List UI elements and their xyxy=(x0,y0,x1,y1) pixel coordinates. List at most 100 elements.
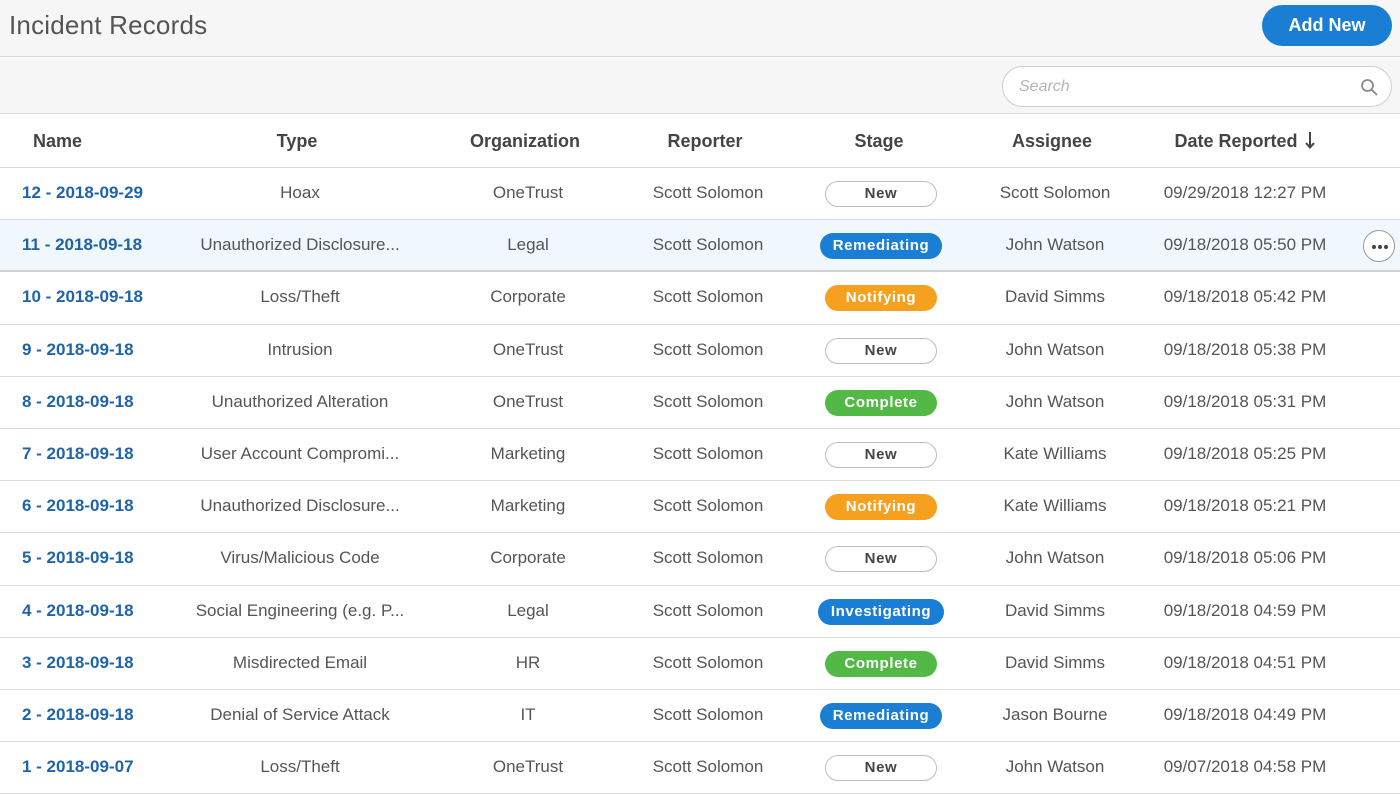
column-header-name[interactable]: Name xyxy=(33,131,82,152)
incident-type: Unauthorized Disclosure... xyxy=(200,235,400,255)
incident-organization: Legal xyxy=(507,235,549,255)
incident-type: Misdirected Email xyxy=(232,652,368,672)
sort-descending-icon[interactable] xyxy=(1304,131,1316,149)
incident-organization: Marketing xyxy=(490,496,566,516)
column-header-assignee[interactable]: Assignee xyxy=(972,131,1132,152)
table-row[interactable]: 11 - 2018-09-18 Unauthorized Disclosure.… xyxy=(0,220,1400,273)
incident-assignee: David Simms xyxy=(1004,652,1106,672)
incident-date-reported: 09/07/2018 04:58 PM xyxy=(1163,757,1327,777)
stage-badge: New xyxy=(825,546,937,573)
incident-reporter: Scott Solomon xyxy=(652,339,764,359)
column-header-stage[interactable]: Stage xyxy=(798,131,960,152)
table-row[interactable]: 12 - 2018-09-29 Hoax OneTrust Scott Solo… xyxy=(0,168,1400,221)
stage-cell: New xyxy=(800,181,962,208)
incident-organization: IT xyxy=(520,704,536,724)
incident-table: 12 - 2018-09-29 Hoax OneTrust Scott Solo… xyxy=(0,168,1400,794)
incident-reporter: Scott Solomon xyxy=(652,548,764,568)
incident-assignee: David Simms xyxy=(1004,600,1106,620)
incident-reporter: Scott Solomon xyxy=(652,235,764,255)
incident-name-link[interactable]: 11 - 2018-09-18 xyxy=(22,235,142,255)
stage-badge: New xyxy=(825,337,937,364)
search-input[interactable] xyxy=(1019,76,1349,98)
column-header-date-label: Date Reported xyxy=(1174,131,1298,151)
stage-cell: New xyxy=(800,337,962,365)
incident-organization: HR xyxy=(515,652,541,672)
search-icon[interactable] xyxy=(1360,78,1378,96)
column-header-reporter[interactable]: Reporter xyxy=(625,131,785,152)
incident-date-reported: 09/18/2018 05:38 PM xyxy=(1163,339,1327,359)
incident-date-reported: 09/18/2018 05:25 PM xyxy=(1163,443,1327,463)
table-row[interactable]: 6 - 2018-09-18 Unauthorized Disclosure..… xyxy=(0,481,1400,534)
incident-name-link[interactable]: 4 - 2018-09-18 xyxy=(22,601,134,621)
incident-type: Unauthorized Alteration xyxy=(211,391,389,411)
incident-reporter: Scott Solomon xyxy=(652,496,764,516)
page-title: Incident Records xyxy=(9,10,208,40)
row-more-actions-button[interactable] xyxy=(1363,230,1395,263)
incident-assignee: Scott Solomon xyxy=(999,183,1111,202)
stage-badge: New xyxy=(825,755,937,782)
stage-cell: New xyxy=(800,546,962,573)
incident-assignee: John Watson xyxy=(1005,235,1105,255)
table-row[interactable]: 1 - 2018-09-07 Loss/Theft OneTrust Scott… xyxy=(0,742,1400,794)
incident-reporter: Scott Solomon xyxy=(652,183,764,202)
stage-cell: Complete xyxy=(800,389,962,417)
incident-date-reported: 09/18/2018 05:31 PM xyxy=(1163,391,1327,411)
toolbar xyxy=(0,58,1400,114)
incident-assignee: David Simms xyxy=(1004,287,1106,307)
incident-name-link[interactable]: 8 - 2018-09-18 xyxy=(22,392,134,412)
incident-name-link[interactable]: 3 - 2018-09-18 xyxy=(22,653,134,673)
incident-date-reported: 09/18/2018 04:59 PM xyxy=(1163,600,1327,620)
incident-name-link[interactable]: 5 - 2018-09-18 xyxy=(22,548,134,568)
stage-badge: Complete xyxy=(825,389,937,416)
page-header: Incident Records Add New xyxy=(0,0,1400,57)
search-box[interactable] xyxy=(1002,66,1392,107)
incident-name-link[interactable]: 10 - 2018-09-18 xyxy=(22,287,143,307)
incident-organization: OneTrust xyxy=(492,391,564,411)
incident-reporter: Scott Solomon xyxy=(652,443,764,463)
column-header-organization[interactable]: Organization xyxy=(445,131,605,152)
stage-cell: Remediating xyxy=(800,233,962,260)
incident-organization: Marketing xyxy=(490,443,566,463)
incident-organization: Corporate xyxy=(490,548,566,568)
table-row[interactable]: 8 - 2018-09-18 Unauthorized Alteration O… xyxy=(0,376,1400,429)
incident-assignee: John Watson xyxy=(1005,391,1105,411)
incident-name-link[interactable]: 9 - 2018-09-18 xyxy=(22,340,134,360)
incident-name-link[interactable]: 1 - 2018-09-07 xyxy=(22,757,134,777)
table-row[interactable]: 4 - 2018-09-18 Social Engineering (e.g. … xyxy=(0,585,1400,638)
table-row[interactable]: 3 - 2018-09-18 Misdirected Email HR Scot… xyxy=(0,637,1400,690)
incident-reporter: Scott Solomon xyxy=(652,652,764,672)
stage-badge: New xyxy=(825,181,937,207)
table-row[interactable]: 9 - 2018-09-18 Intrusion OneTrust Scott … xyxy=(0,324,1400,377)
stage-cell: New xyxy=(800,755,962,782)
column-header-date-reported[interactable]: Date Reported xyxy=(1150,131,1340,152)
incident-name-link[interactable]: 7 - 2018-09-18 xyxy=(22,444,134,464)
incident-reporter: Scott Solomon xyxy=(652,287,764,307)
stage-badge: Remediating xyxy=(819,233,943,260)
table-row[interactable]: 7 - 2018-09-18 User Account Compromi... … xyxy=(0,428,1400,482)
table-row[interactable]: 5 - 2018-09-18 Virus/Malicious Code Corp… xyxy=(0,533,1400,586)
table-header: Name Type Organization Reporter Stage As… xyxy=(0,115,1400,168)
stage-cell: Notifying xyxy=(800,285,962,312)
incident-reporter: Scott Solomon xyxy=(652,600,764,620)
incident-name-link[interactable]: 2 - 2018-09-18 xyxy=(22,705,134,725)
column-header-type[interactable]: Type xyxy=(175,131,419,152)
table-row[interactable]: 2 - 2018-09-18 Denial of Service Attack … xyxy=(0,689,1400,743)
stage-cell: Complete xyxy=(800,650,962,678)
incident-assignee: Kate Williams xyxy=(1003,443,1107,463)
incident-organization: OneTrust xyxy=(492,183,564,202)
incident-name-link[interactable]: 6 - 2018-09-18 xyxy=(22,496,134,516)
table-row[interactable]: 10 - 2018-09-18 Loss/Theft Corporate Sco… xyxy=(0,272,1400,325)
incident-type: Denial of Service Attack xyxy=(210,704,390,724)
stage-badge: Complete xyxy=(825,650,937,677)
incident-reporter: Scott Solomon xyxy=(652,704,764,724)
incident-name-link[interactable]: 12 - 2018-09-29 xyxy=(22,183,143,203)
incident-type: Virus/Malicious Code xyxy=(220,548,380,568)
incident-assignee: Kate Williams xyxy=(1003,496,1107,516)
incident-reporter: Scott Solomon xyxy=(652,757,764,777)
incident-organization: Legal xyxy=(507,600,549,620)
incident-date-reported: 09/18/2018 05:06 PM xyxy=(1163,548,1327,568)
incident-type: Unauthorized Disclosure... xyxy=(200,496,400,516)
incident-type: Intrusion xyxy=(267,339,333,359)
add-new-button[interactable]: Add New xyxy=(1262,5,1392,46)
incident-reporter: Scott Solomon xyxy=(652,391,764,411)
